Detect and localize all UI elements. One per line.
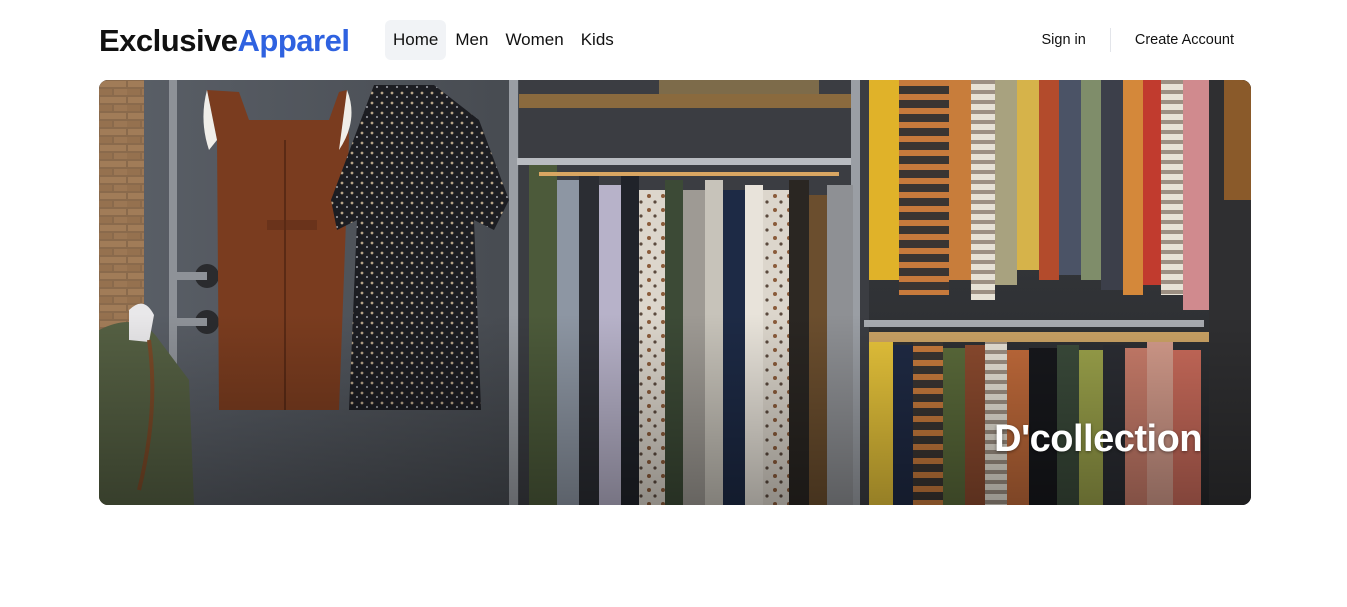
create-account-link[interactable]: Create Account xyxy=(1135,32,1234,48)
main-nav: Home Men Women Kids xyxy=(385,20,623,60)
brand-logo[interactable]: ExclusiveApparel xyxy=(99,22,350,60)
nav-item-women[interactable]: Women xyxy=(497,20,571,60)
nav-item-men[interactable]: Men xyxy=(447,20,496,60)
nav-item-kids[interactable]: Kids xyxy=(573,20,622,60)
brand-name-part1: Exclusive xyxy=(99,23,238,58)
auth-divider xyxy=(1109,28,1111,52)
hero-title: D'collection xyxy=(994,418,1202,460)
sign-in-link[interactable]: Sign in xyxy=(1042,32,1086,48)
site-header: ExclusiveApparel Home Men Women Kids Sig… xyxy=(0,0,1347,80)
hero-banner[interactable]: D'collection xyxy=(99,80,1251,505)
auth-links: Sign in Create Account xyxy=(1042,26,1234,54)
nav-item-home[interactable]: Home xyxy=(385,20,447,60)
brand-name-part2: Apparel xyxy=(237,23,350,58)
